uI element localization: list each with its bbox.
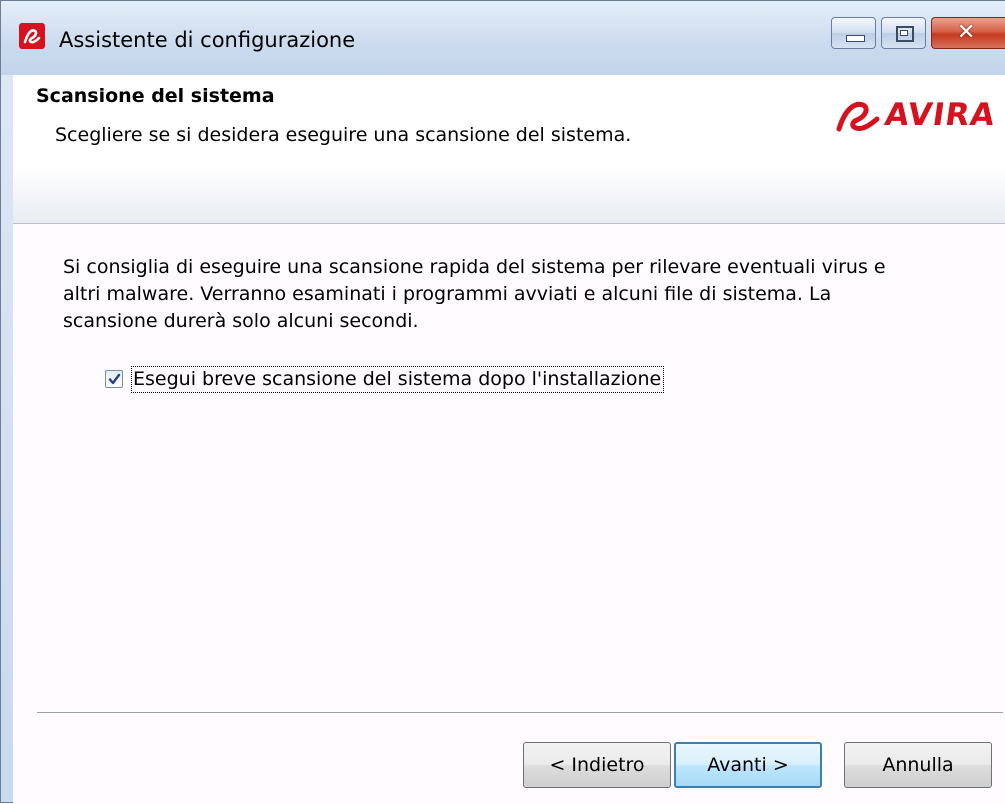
footer-separator: [37, 712, 1003, 714]
maximize-button[interactable]: [881, 17, 926, 49]
checkmark-icon: [108, 373, 121, 385]
cancel-button[interactable]: Annulla: [844, 742, 992, 788]
close-button[interactable]: ✕: [931, 17, 1005, 49]
window-title: Assistente di configurazione: [59, 28, 356, 52]
wizard-header: Scansione del sistema Scegliere se si de…: [13, 75, 1005, 224]
page-subtitle: Scegliere se si desidera eseguire una sc…: [55, 124, 632, 146]
minimize-icon: [846, 35, 865, 42]
page-title: Scansione del sistema: [36, 85, 275, 107]
quick-scan-checkbox-label[interactable]: Esegui breve scansione del sistema dopo …: [131, 366, 665, 393]
avira-logo: AVIRA: [835, 97, 998, 137]
title-bar[interactable]: Assistente di configurazione ✕: [1, 1, 1005, 75]
avira-logo-text: AVIRA: [882, 97, 998, 133]
close-icon: ✕: [957, 20, 976, 45]
wizard-content: Si consiglia di eseguire una scansione r…: [13, 224, 1005, 804]
setup-wizard-window: Assistente di configurazione ✕ Scansione…: [0, 0, 1005, 804]
quick-scan-checkbox[interactable]: [105, 370, 123, 388]
maximize-icon: [896, 26, 914, 42]
scan-description: Si consiglia di eseguire una scansione r…: [63, 256, 886, 332]
minimize-button[interactable]: [831, 17, 876, 49]
avira-app-icon: [19, 23, 45, 49]
avira-logo-mark-icon: [836, 101, 880, 132]
header-gradient-band: [13, 167, 1005, 223]
back-button[interactable]: < Indietro: [523, 742, 671, 788]
next-button[interactable]: Avanti >: [674, 742, 822, 788]
